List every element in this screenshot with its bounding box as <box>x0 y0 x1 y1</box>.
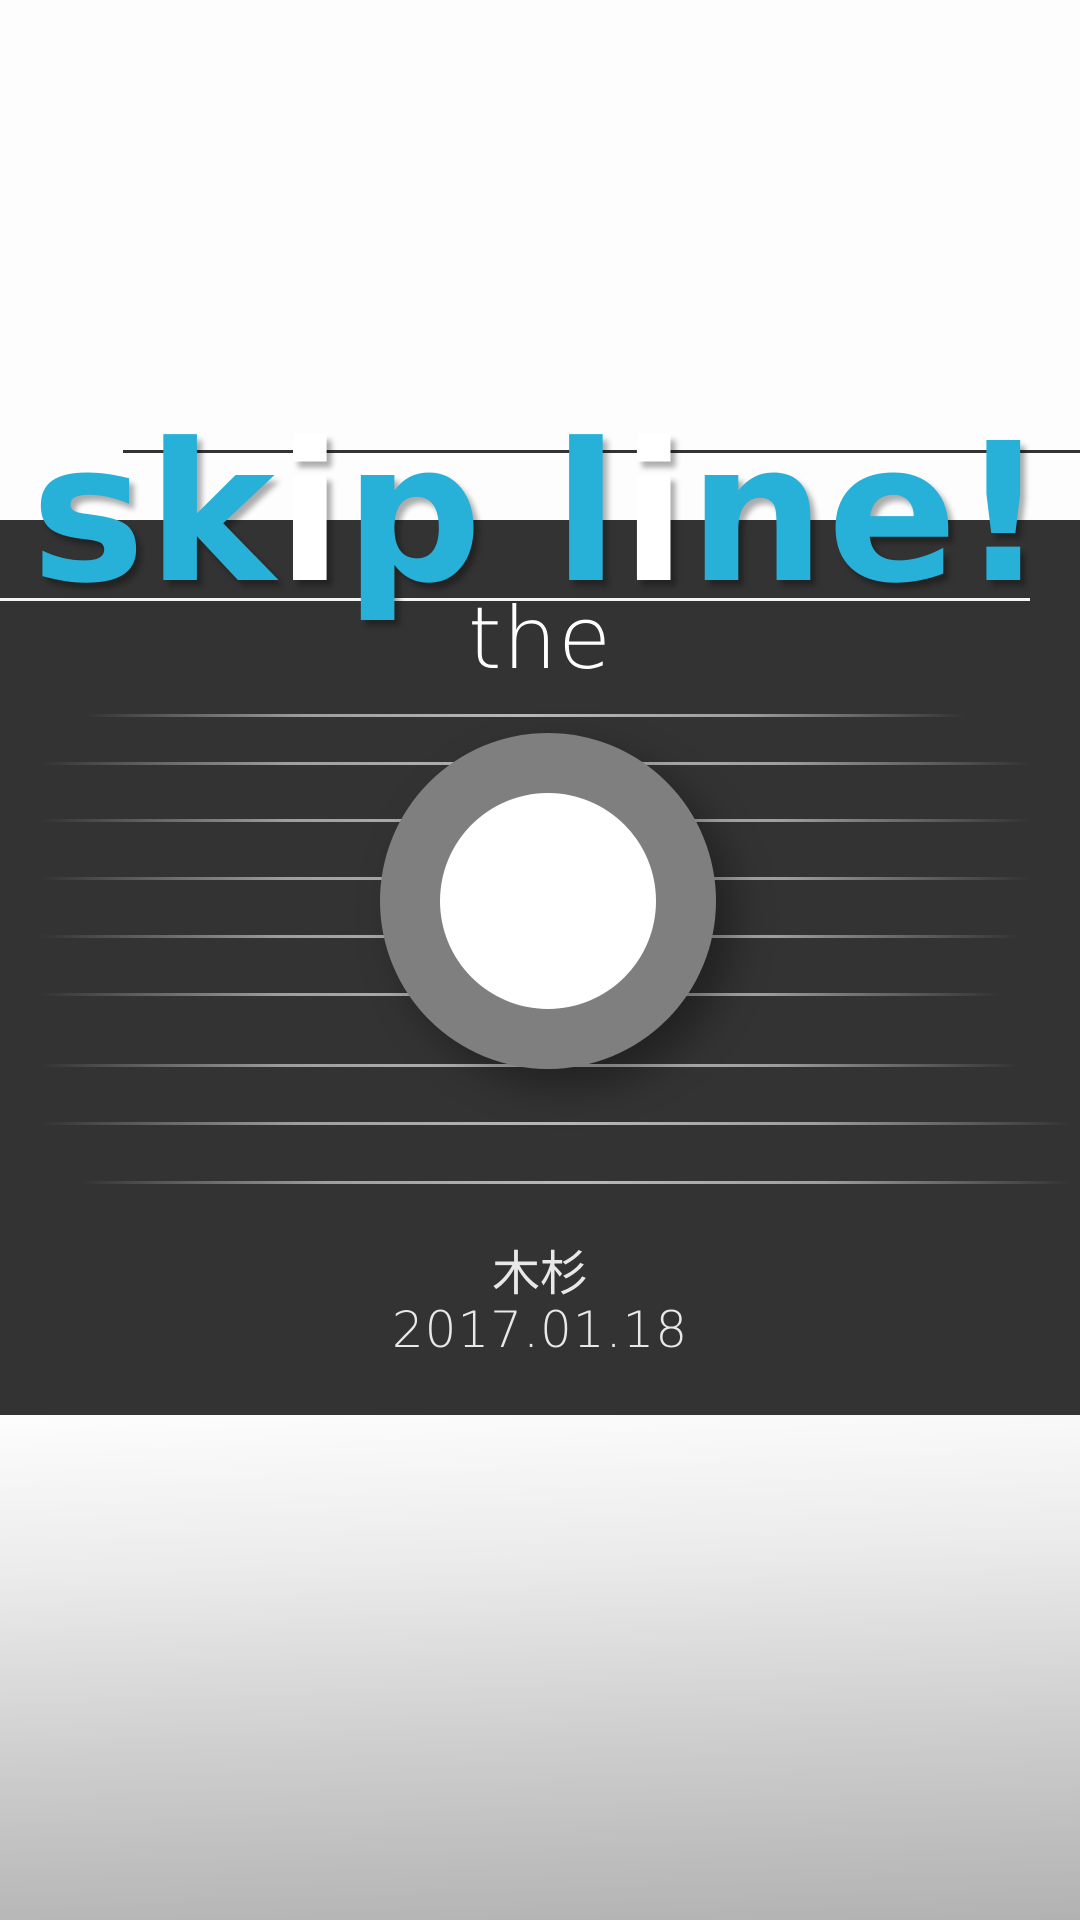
bottom-fade-background <box>0 1415 1080 1920</box>
release-date: 2017.01.18 <box>391 1301 689 1359</box>
title-subtitle: the <box>467 589 613 689</box>
ring-core[interactable] <box>440 793 656 1009</box>
play-button-ring-icon[interactable] <box>380 733 716 1069</box>
scan-line <box>40 1122 1070 1125</box>
author-name: 木杉 <box>491 1246 588 1302</box>
scan-line <box>80 1181 1070 1184</box>
scan-line <box>85 714 965 717</box>
